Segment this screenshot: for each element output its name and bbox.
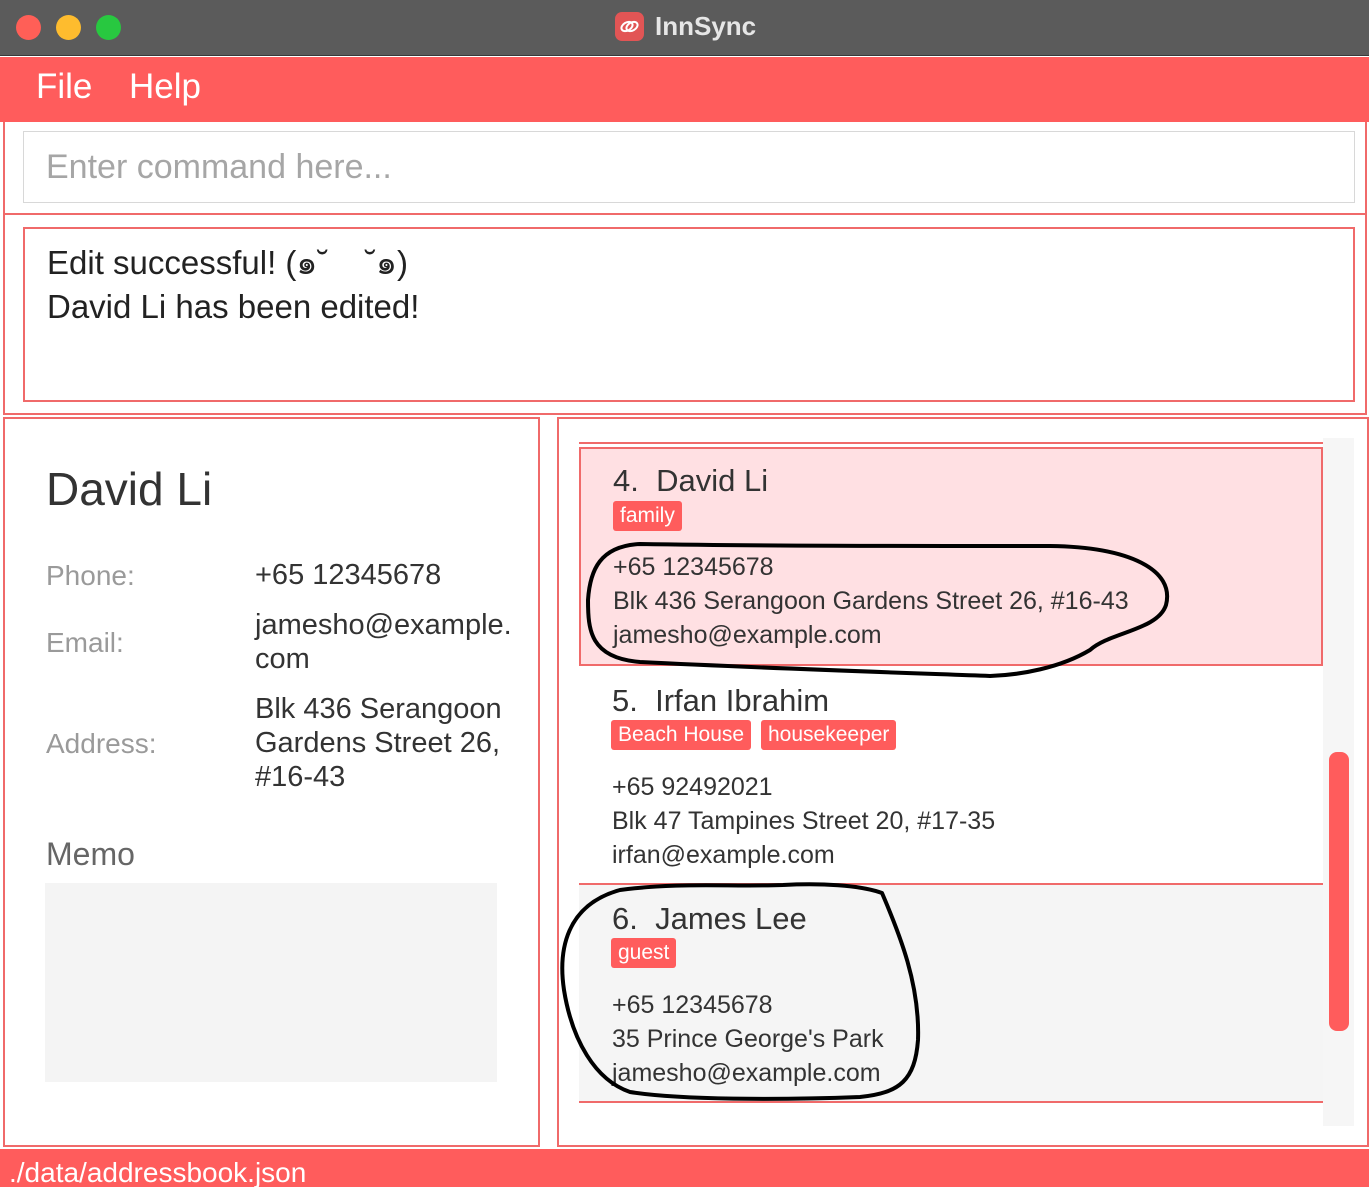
card-address: 35 Prince George's Park	[612, 1025, 884, 1053]
card-email: jamesho@example.com	[613, 621, 882, 649]
email-value-line: com	[255, 643, 310, 675]
phone-label: Phone:	[46, 560, 135, 591]
scrollbar-thumb[interactable]	[1329, 752, 1349, 1031]
memo-textarea[interactable]	[45, 883, 497, 1082]
close-window-button[interactable]	[16, 15, 41, 40]
phone-value: +65 12345678	[255, 559, 442, 591]
menu-file[interactable]: File	[36, 67, 92, 107]
minimize-window-button[interactable]	[56, 15, 81, 40]
menu-bar: File Help	[0, 57, 1369, 122]
title-bar: InnSync	[0, 0, 1369, 56]
card-name: James Lee	[655, 901, 807, 936]
card-address: Blk 47 Tampines Street 20, #17-35	[612, 807, 996, 835]
window-title: InnSync	[655, 11, 757, 41]
card-title: 4. David Li	[613, 463, 768, 499]
card-index: 4.	[613, 463, 639, 498]
email-value-line: jamesho@example.	[255, 609, 512, 641]
card-name: David Li	[656, 463, 769, 498]
tag-beach-house: Beach House	[611, 720, 752, 750]
card-email: jamesho@example.com	[612, 1059, 881, 1087]
status-file-path: ./data/addressbook.json	[9, 1157, 307, 1187]
email-value: jamesho@example. com	[255, 608, 515, 676]
card-address: Blk 436 Serangoon Gardens Street 26, #16…	[613, 587, 1129, 615]
address-value-line: Gardens Street 26,	[255, 727, 501, 759]
card-title: 5. Irfan Ibrahim	[612, 683, 829, 719]
card-index: 5.	[612, 683, 638, 718]
address-value-line: #16-43	[255, 761, 346, 793]
status-bar: ./data/addressbook.json	[0, 1149, 1369, 1187]
tag-housekeeper: housekeeper	[761, 720, 897, 750]
memo-title: Memo	[46, 836, 135, 872]
address-value: Blk 436 Serangoon Gardens Street 26, #16…	[255, 692, 515, 794]
card-email: irfan@example.com	[612, 841, 835, 869]
menu-help[interactable]: Help	[129, 67, 201, 107]
card-name: Irfan Ibrahim	[655, 683, 830, 718]
result-line-2: David Li has been edited!	[47, 288, 420, 325]
card-title: 6. James Lee	[612, 901, 807, 937]
card-phone: +65 12345678	[612, 991, 773, 1019]
card-phone: +65 12345678	[613, 553, 774, 581]
command-input[interactable]	[23, 131, 1355, 203]
address-label: Address:	[46, 728, 157, 759]
address-value-line: Blk 436 Serangoon	[255, 693, 502, 725]
card-index: 6.	[612, 901, 638, 936]
list-separator	[579, 442, 1323, 444]
detail-name: David Li	[46, 463, 213, 515]
person-card-partial[interactable]	[579, 1103, 1323, 1125]
innsync-logo-icon	[615, 12, 644, 41]
result-line-1: Edit successful! (๑˘ ˘๑)	[47, 244, 408, 281]
card-phone: +65 92492021	[612, 773, 773, 801]
maximize-window-button[interactable]	[96, 15, 121, 40]
email-label: Email:	[46, 627, 124, 658]
tag-family: family	[613, 501, 682, 531]
result-display: Edit successful! (๑˘ ˘๑) David Li has be…	[23, 227, 1355, 402]
tag-guest: guest	[611, 938, 677, 968]
